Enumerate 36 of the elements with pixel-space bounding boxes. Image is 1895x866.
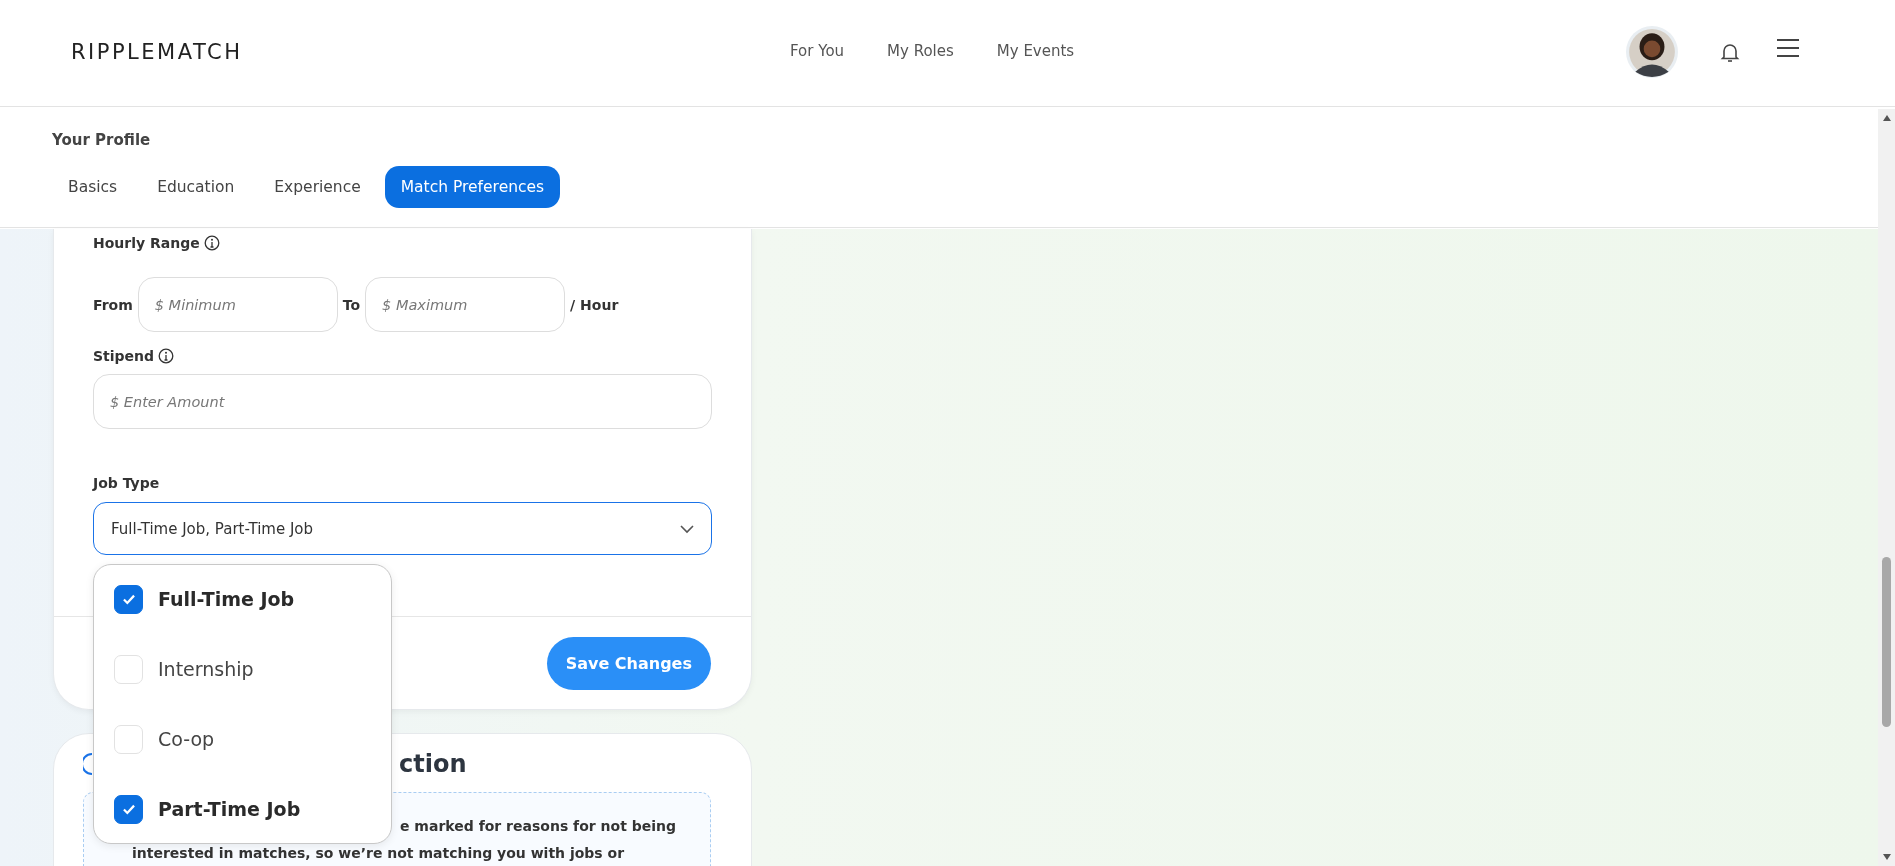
unit-label: / Hour xyxy=(570,296,619,313)
tab[interactable]: Experience xyxy=(258,166,377,208)
job-type-option[interactable]: Full-Time Job xyxy=(114,574,295,624)
job-type-dropdown[interactable]: Full-Time Job, Part-Time Job xyxy=(93,502,712,555)
minimum-field[interactable]: $ Minimum xyxy=(137,277,338,332)
notice-text: interested in matches, so we’re not matching you with jobs or xyxy=(132,844,625,863)
job-type-option[interactable]: Co-op xyxy=(114,714,215,764)
scrollbar[interactable] xyxy=(1878,109,1895,866)
tab[interactable]: Education xyxy=(141,166,251,208)
field-label: Hourly Range xyxy=(93,235,200,251)
logo[interactable]: RIPPLEMATCH xyxy=(71,40,243,64)
nav-link[interactable]: My Roles xyxy=(887,42,954,60)
tab[interactable]: Basics xyxy=(52,166,134,208)
tab[interactable]: Match Preferences xyxy=(384,166,561,208)
checkbox[interactable] xyxy=(114,794,143,824)
from-label: From xyxy=(93,296,133,313)
info-icon[interactable] xyxy=(203,235,220,251)
scroll-down-icon[interactable] xyxy=(1881,853,1892,861)
maximum-field[interactable]: $ Maximum xyxy=(365,277,566,332)
stipend-field[interactable]: $ Enter Amount xyxy=(93,374,712,429)
chevron-down-icon xyxy=(679,523,695,534)
menu-icon[interactable] xyxy=(1776,38,1800,58)
checkbox[interactable] xyxy=(114,584,143,614)
field-label: Stipend xyxy=(93,348,155,364)
job-type-option[interactable]: Part-Time Job xyxy=(114,784,301,834)
info-icon[interactable] xyxy=(158,348,175,364)
nav-link[interactable]: My Events xyxy=(996,42,1075,60)
job-type-option[interactable]: Internship xyxy=(114,644,254,694)
scrollbar-thumb[interactable] xyxy=(1882,557,1891,727)
page-title: Your Profile xyxy=(52,131,152,149)
to-label: To xyxy=(342,296,361,313)
field-label: Job Type xyxy=(93,475,160,491)
notice-text: e marked for reasons for not being xyxy=(400,817,677,836)
nav-link[interactable]: For You xyxy=(790,42,845,60)
section-heading: ction xyxy=(399,750,467,778)
scroll-up-icon[interactable] xyxy=(1881,114,1892,122)
